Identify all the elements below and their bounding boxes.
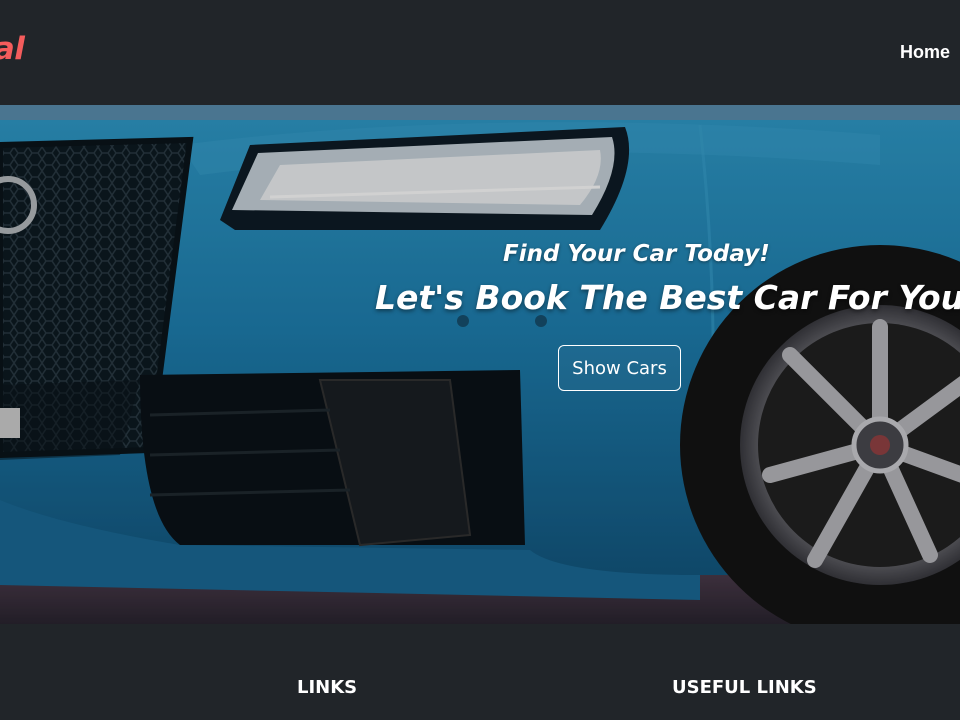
nav-link-home[interactable]: Home	[900, 42, 950, 63]
navbar: ntal Home	[0, 0, 960, 105]
brand-logo[interactable]: ntal	[0, 31, 25, 67]
hero-car-image	[0, 105, 960, 624]
show-cars-button[interactable]: Show Cars	[558, 345, 681, 391]
footer: LINKS USEFUL LINKS	[0, 624, 960, 720]
hero-title: Let's Book The Best Car For You	[375, 278, 960, 317]
hero-kicker: Find Your Car Today!	[503, 241, 770, 267]
footer-useful-links-heading: USEFUL LINKS	[672, 677, 817, 698]
footer-links-heading: LINKS	[297, 677, 358, 698]
hero-banner: Find Your Car Today! Let's Book The Best…	[0, 105, 960, 624]
